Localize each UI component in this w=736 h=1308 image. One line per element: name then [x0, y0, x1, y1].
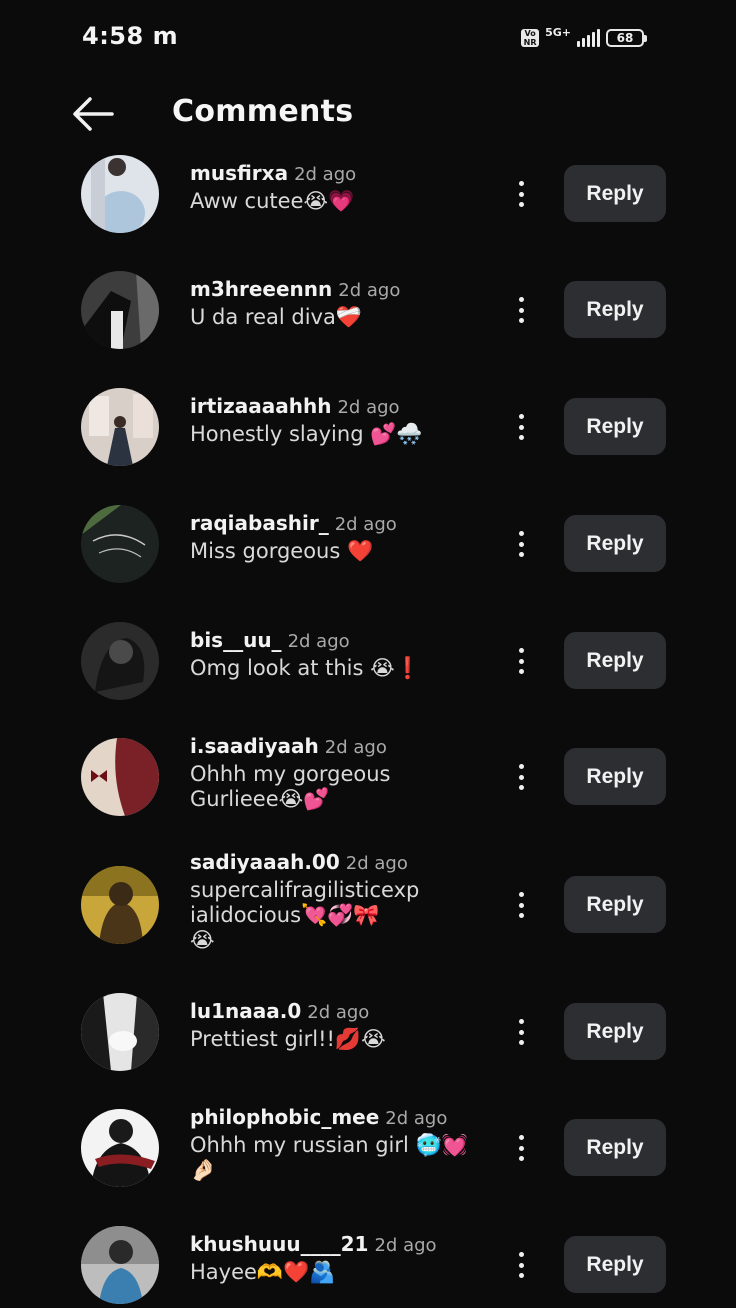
avatar[interactable] [81, 388, 159, 466]
volte-icon: Vo NR [521, 29, 540, 47]
username[interactable]: lu1naaa.0 [190, 999, 301, 1023]
comment-body: lu1naaa.0 2d ago Prettiest girl!!💋😭 [190, 999, 480, 1052]
signal-icon [577, 29, 600, 47]
comment-body: khushuuu____21 2d ago Hayee🫶❤️🫂 [190, 1232, 480, 1285]
reply-button[interactable]: Reply [564, 281, 666, 338]
comment-text: Honestly slaying 💕🌨️ [190, 422, 423, 446]
more-options-icon[interactable] [511, 760, 531, 794]
reply-button[interactable]: Reply [564, 748, 666, 805]
comment-time: 2d ago [385, 1108, 448, 1129]
avatar[interactable] [81, 622, 159, 700]
avatar[interactable] [81, 993, 159, 1071]
comment-body: musfirxa 2d ago Aww cutee😭💗 [190, 161, 480, 214]
comment-time: 2d ago [345, 853, 408, 874]
comment-text: Aww cutee😭💗 [190, 189, 355, 213]
status-time: 4:58 m [82, 22, 179, 50]
comment-text: Miss gorgeous ❤️ [190, 539, 374, 563]
comment-body: sadiyaaah.00 2d ago supercalifragilistice… [190, 850, 480, 953]
username[interactable]: khushuuu____21 [190, 1232, 368, 1256]
username[interactable]: i.saadiyaah [190, 734, 319, 758]
comment-time: 2d ago [374, 1235, 437, 1256]
more-options-icon[interactable] [511, 293, 531, 327]
more-options-icon[interactable] [511, 410, 531, 444]
avatar[interactable] [81, 1109, 159, 1187]
comment-text: Omg look at this 😭❗ [190, 656, 421, 680]
comment-time: 2d ago [338, 280, 401, 301]
comment-time: 2d ago [287, 631, 350, 652]
status-icons: Vo NR 5G+ 68 [521, 25, 647, 50]
comment-time: 2d ago [307, 1002, 370, 1023]
comment-body: i.saadiyaah 2d ago Ohhh my gorgeous Gurli… [190, 734, 480, 812]
avatar[interactable] [81, 155, 159, 233]
reply-button[interactable]: Reply [564, 632, 666, 689]
username[interactable]: musfirxa [190, 161, 288, 185]
more-options-icon[interactable] [511, 644, 531, 678]
avatar[interactable] [81, 738, 159, 816]
avatar[interactable] [81, 271, 159, 349]
username[interactable]: irtizaaaahhh [190, 394, 331, 418]
comment-text: Prettiest girl!!💋😭 [190, 1027, 386, 1051]
username[interactable]: m3hreeennn [190, 277, 332, 301]
more-options-icon[interactable] [511, 527, 531, 561]
comment-text: U da real diva❤️‍🩹 [190, 305, 362, 329]
comment-text: supercalifragilisticexp ialidocious💘💞🎀 😭 [190, 878, 420, 952]
comment-time: 2d ago [337, 397, 400, 418]
page-title: Comments [172, 94, 354, 129]
header-bar: Comments [0, 76, 736, 152]
reply-button[interactable]: Reply [564, 515, 666, 572]
battery-icon: 68 [606, 29, 647, 47]
comment-body: raqiabashir_ 2d ago Miss gorgeous ❤️ [190, 511, 480, 564]
reply-button[interactable]: Reply [564, 876, 666, 933]
more-options-icon[interactable] [511, 1131, 531, 1165]
username[interactable]: sadiyaaah.00 [190, 850, 340, 874]
more-options-icon[interactable] [511, 888, 531, 922]
more-options-icon[interactable] [511, 177, 531, 211]
comment-body: m3hreeennn 2d ago U da real diva❤️‍🩹 [190, 277, 480, 330]
comment-time: 2d ago [294, 164, 357, 185]
more-options-icon[interactable] [511, 1015, 531, 1049]
avatar[interactable] [81, 1226, 159, 1304]
reply-button[interactable]: Reply [564, 1003, 666, 1060]
reply-button[interactable]: Reply [564, 1119, 666, 1176]
comment-body: philophobic_mee 2d ago Ohhh my russian gi… [190, 1105, 480, 1183]
status-bar: 4:58 m Vo NR 5G+ 68 [0, 0, 736, 76]
back-arrow-icon[interactable] [70, 94, 116, 134]
comment-body: irtizaaaahhh 2d ago Honestly slaying 💕🌨️ [190, 394, 480, 447]
avatar[interactable] [81, 866, 159, 944]
reply-button[interactable]: Reply [564, 1236, 666, 1293]
comments-list[interactable]: musfirxa 2d ago Aww cutee😭💗 Reply m3hreee… [0, 155, 736, 1308]
comment-body: bis__uu_ 2d ago Omg look at this 😭❗ [190, 628, 480, 681]
comment-text: Hayee🫶❤️🫂 [190, 1260, 336, 1284]
username[interactable]: bis__uu_ [190, 628, 282, 652]
reply-button[interactable]: Reply [564, 398, 666, 455]
network-type: 5G+ [545, 25, 571, 39]
comment-text: Ohhh my russian girl 🥶💓 🤌🏻 [190, 1133, 468, 1182]
username[interactable]: raqiabashir_ [190, 511, 329, 535]
comment-time: 2d ago [334, 514, 397, 535]
reply-button[interactable]: Reply [564, 165, 666, 222]
comment-text: Ohhh my gorgeous Gurlieee😭💕 [190, 762, 391, 811]
username[interactable]: philophobic_mee [190, 1105, 379, 1129]
avatar[interactable] [81, 505, 159, 583]
more-options-icon[interactable] [511, 1248, 531, 1282]
comment-time: 2d ago [324, 737, 387, 758]
